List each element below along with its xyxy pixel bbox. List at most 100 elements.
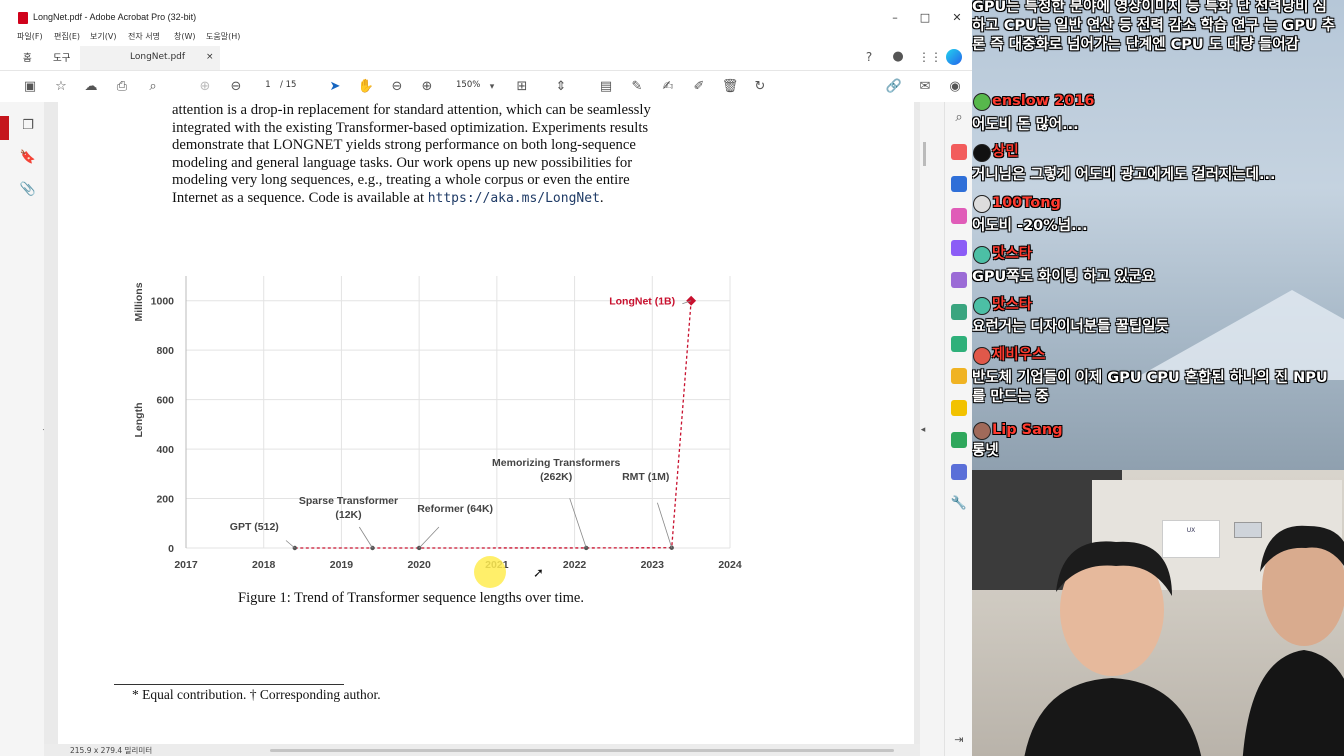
link-icon[interactable]: 🔗 [885,79,903,95]
highlight-icon[interactable]: ✎ [628,79,646,95]
scan-ocr-icon[interactable] [951,368,967,384]
y-tick-400: 400 [156,444,174,456]
more-tools-icon[interactable]: 🔧 [950,496,968,512]
chat-message: 거니님은 그렇게 어도비 광고에게도 걸러지는데... [972,167,1276,183]
left-navigation-rail: ❐ 🔖 📎 ◂ [0,102,47,756]
point-label-1-b: (12K) [335,509,361,521]
menu-view[interactable]: 보기(V) [90,31,116,42]
point-label-2: Reformer (64K) [417,503,493,515]
point-label-3-b: (262K) [540,471,572,483]
cursor-highlight [474,556,506,588]
save-icon[interactable]: ▣ [21,79,39,95]
search-icon[interactable]: ⌕ [950,110,968,126]
page-number-input[interactable]: 1 [258,80,278,94]
edit-icon[interactable]: ✐ [690,79,708,95]
footnote-rule [114,684,344,685]
star-icon[interactable]: ☆ [52,79,70,95]
sign-icon[interactable]: ✍ [659,79,677,95]
bookmark-icon[interactable]: 🔖 [19,150,37,166]
tab-tools[interactable]: 도구 [53,50,70,64]
zoom-search-icon[interactable]: ⌕ [144,79,162,95]
page-down-icon[interactable]: ⊖ [227,79,245,95]
code-link[interactable]: https://aka.ms/LongNet [428,191,600,206]
protect-icon[interactable] [951,464,967,480]
vertical-scrollbar[interactable]: ◂ [920,102,944,756]
scroll-mode-icon[interactable]: ⇕ [552,79,570,95]
hand-icon[interactable]: ✋ [357,79,375,95]
stream-overlay: GPU는 특정한 분야에 영상이미지 등 특화 단 전력낭비 심하고 CPU는 … [972,0,1344,756]
bell-icon[interactable]: ● [889,49,907,65]
chat-message: GPU쪽도 화이팅 하고 있군요 [972,269,1155,285]
chart-axes: 2017201820192020202120222023202402004006… [133,276,742,571]
x-tick-2023: 2023 [641,559,665,571]
profile-avatar-icon[interactable] [946,49,962,65]
page-size: 215.9 x 279.4 밀리미터 [70,746,153,755]
fill-sign-icon[interactable] [951,272,967,288]
document-viewport[interactable]: attention is a drop-in replacement for s… [44,102,920,756]
zoom-dropdown-icon[interactable]: ▾ [483,79,501,95]
fit-page-icon[interactable]: ⊞ [513,79,531,95]
menu-window[interactable]: 창(W) [174,31,196,42]
menu-file[interactable]: 파일(F) [17,31,43,42]
zoom-level[interactable]: 150% [456,80,480,90]
attachment-icon[interactable]: 📎 [19,182,37,198]
print-production-icon[interactable] [951,432,967,448]
chat-avatar [973,195,991,213]
minimize-button[interactable]: – [888,11,902,25]
abstract-line-6-text: Internet as a sequence. Code is availabl… [172,190,428,206]
zoom-in-icon[interactable]: ⊕ [418,79,436,95]
chat-username: 제비우스 [992,347,1046,363]
tab-close-icon[interactable]: × [206,52,214,62]
leader-line-2 [418,526,440,549]
account-icon[interactable]: ◉ [946,79,964,95]
menu-edit[interactable]: 편집(E) [54,31,80,42]
export-pdf-icon[interactable] [951,304,967,320]
x-tick-2019: 2019 [330,559,354,571]
abstract-line-3: demonstrate that LONGNET yields strong p… [172,137,636,153]
page-up-icon[interactable]: ⊕ [196,79,214,95]
acrobat-window: LongNet.pdf - Adobe Acrobat Pro (32-bit)… [0,0,972,756]
y-axis-unit: Millions [133,282,145,321]
point-label-4: RMT (1M) [622,471,669,483]
apps-grid-icon[interactable]: ⋮⋮ [918,49,942,65]
chat-overlay: GPU는 특정한 분야에 영상이미지 등 특화 단 전력낭비 심하고 CPU는 … [972,0,1344,470]
edit-pdf-icon[interactable] [951,336,967,352]
menu-e-sign[interactable]: 전자 서명 [128,31,160,42]
y-axis-label: Length [133,403,145,438]
point-label-3-a: Memorizing Transformers [492,457,621,469]
pages-panel-icon[interactable]: ❐ [19,118,37,134]
maximize-button[interactable]: □ [918,11,932,25]
scroll-thumb[interactable] [923,142,926,166]
menu-bar: 파일(F) 편집(E) 보기(V) 전자 서명 창(W) 도움말(H) [0,30,972,44]
zoom-out-icon[interactable]: ⊖ [388,79,406,95]
select-arrow-icon[interactable]: ➤ [326,79,344,95]
help-icon[interactable]: ? [860,49,878,65]
horizontal-scrollbar[interactable] [270,749,894,752]
tab-home[interactable]: 홈 [23,50,32,64]
expand-panel-icon[interactable]: ⇥ [950,732,968,748]
comment-tool-icon[interactable] [951,400,967,416]
tab-document[interactable]: LongNet.pdf × [80,46,220,70]
rotate-icon[interactable]: ↻ [751,79,769,95]
menu-help[interactable]: 도움말(H) [206,31,240,42]
footnote: * Equal contribution. † Corresponding au… [132,687,381,702]
delete-icon[interactable]: 🗑 [721,79,739,95]
upload-icon[interactable]: ☁ [82,79,100,95]
chat-username: 상민 [992,144,1019,160]
mail-icon[interactable]: ✉ [916,79,934,95]
abstract-line-6-end: . [599,190,604,206]
right-collapse-arrow-icon[interactable]: ◂ [914,422,932,438]
request-signature-icon[interactable] [951,240,967,256]
create-pdf-icon[interactable] [951,144,967,160]
abstract-line-4: modeling and general language tasks. Our… [172,155,633,171]
organize-pages-icon[interactable] [951,208,967,224]
comment-icon[interactable]: ▤ [597,79,615,95]
combine-files-icon[interactable] [951,176,967,192]
point-label-0: GPT (512) [230,521,279,533]
print-icon[interactable]: ⎙ [113,79,131,95]
figure-caption: Figure 1: Trend of Transformer sequence … [238,590,584,606]
webcam-feed: UX [972,470,1344,756]
abstract-line-6: Internet as a sequence. Code is availabl… [172,190,604,207]
close-window-button[interactable]: ✕ [950,11,964,25]
sequence-length-chart: 2017201820192020202120222023202402004006… [133,276,742,571]
